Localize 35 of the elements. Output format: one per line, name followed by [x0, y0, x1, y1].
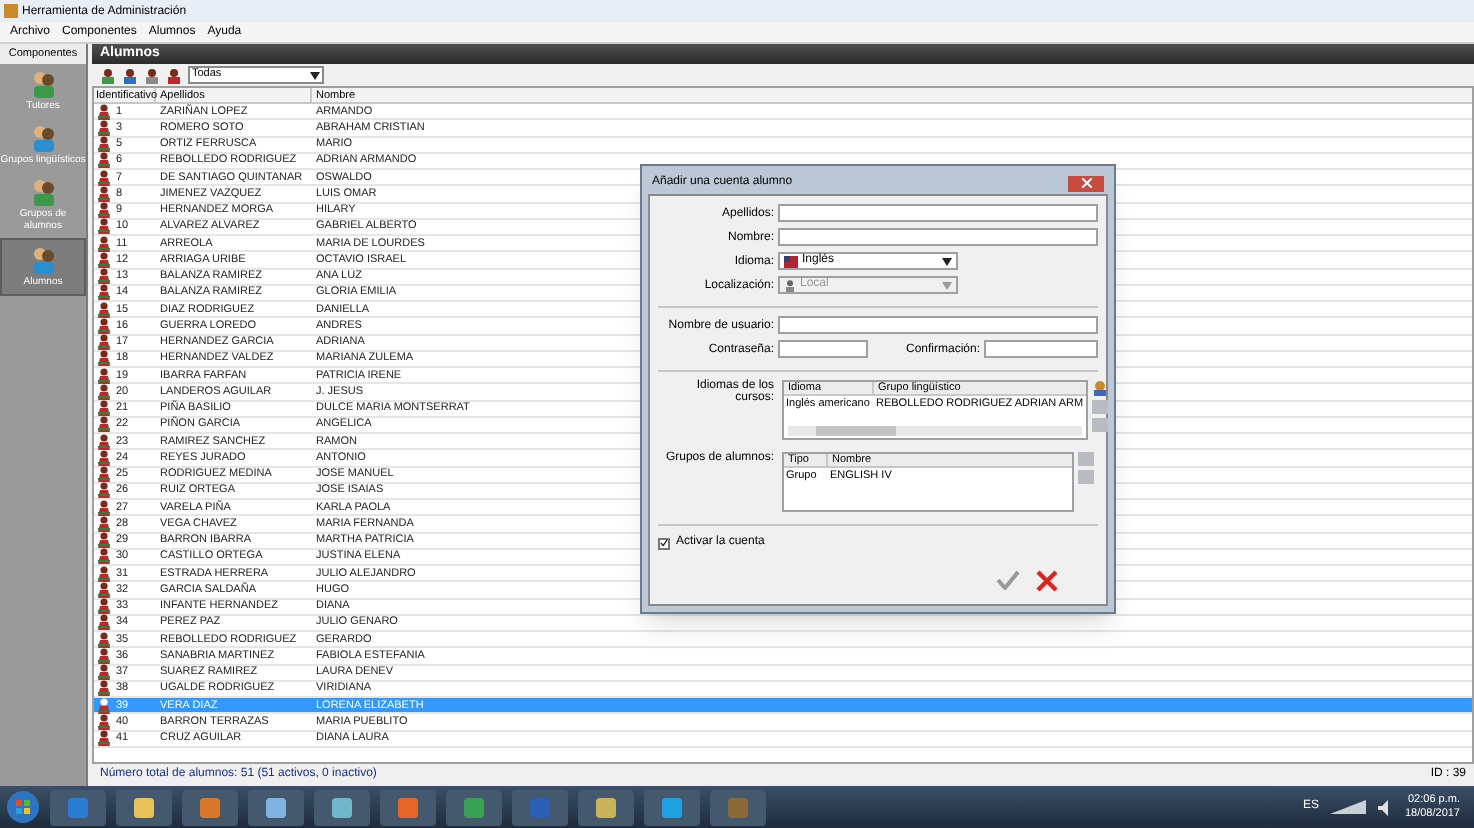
people-icon [29, 124, 57, 152]
password-field[interactable] [984, 340, 1098, 358]
people-icon [29, 246, 57, 274]
taskbar-app-button[interactable] [380, 789, 436, 825]
people-icon [29, 70, 57, 98]
taskbar-app-button[interactable] [182, 789, 238, 825]
close-button[interactable] [1068, 175, 1104, 191]
taskbar-app-button[interactable] [116, 789, 172, 825]
caret-icon [942, 257, 952, 265]
signal-icon [1328, 798, 1369, 816]
taskbar-app-button[interactable] [314, 789, 370, 825]
people-icon [29, 178, 57, 206]
input-field[interactable] [778, 204, 1098, 222]
input-field[interactable] [778, 316, 1098, 334]
flag-icon [784, 255, 798, 267]
taskbar-app-button[interactable] [644, 789, 700, 825]
input-field[interactable] [778, 228, 1098, 246]
checkbox[interactable] [658, 537, 670, 549]
person-icon [784, 279, 796, 291]
view-student-icon[interactable] [144, 67, 160, 83]
edit-student-icon[interactable] [122, 67, 138, 83]
taskbar-app-button[interactable] [578, 789, 634, 825]
caret-icon [310, 71, 320, 79]
taskbar-app-button[interactable] [248, 789, 304, 825]
close-icon[interactable] [1036, 570, 1058, 592]
add-student-icon[interactable] [100, 67, 116, 83]
password-field[interactable] [778, 340, 868, 358]
delete-student-icon[interactable] [166, 67, 182, 83]
start-icon[interactable] [6, 790, 40, 824]
app-icon [4, 4, 18, 18]
close-icon [1081, 178, 1091, 188]
taskbar-app-button[interactable] [446, 789, 502, 825]
caret-icon [942, 281, 952, 289]
horizontal-scrollbar[interactable] [788, 426, 1082, 436]
check-icon[interactable] [996, 570, 1020, 590]
